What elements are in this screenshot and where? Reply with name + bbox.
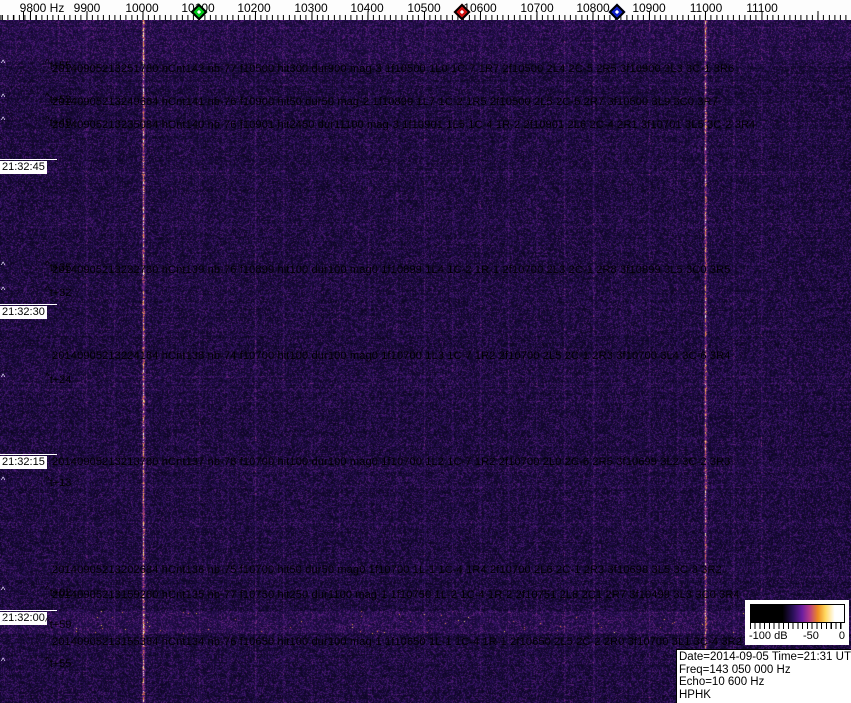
- time-tick-line: [0, 454, 57, 455]
- echo-log-line: 20140905213159280 hCnt135 nb-77 f10750 h…: [52, 589, 740, 601]
- freq-label: 9800 Hz: [19, 1, 65, 15]
- freq-label: 10200: [237, 1, 271, 15]
- echo-log-line: 20140905213213780 hCnt137 nb-78 f10700 h…: [52, 456, 731, 468]
- time-tick-line: [0, 159, 57, 160]
- db-mid-label: -50: [803, 630, 819, 642]
- event-time-marker: ^t+32: [45, 285, 72, 299]
- freq-label: 10700: [520, 1, 554, 15]
- freq-label: 10000: [125, 1, 159, 15]
- marker-center-dot: [196, 9, 202, 15]
- event-time-marker-label: t+13: [49, 477, 72, 489]
- caret-icon: ^: [45, 656, 50, 667]
- time-tick-line: [0, 304, 57, 305]
- echo-log-line: 20140905213251780 hCnt142 nb-77 f10500 h…: [52, 63, 735, 75]
- event-edge-caret: ^: [1, 475, 6, 485]
- event-edge-caret: ^: [1, 92, 6, 102]
- event-edge-caret: ^: [1, 260, 6, 270]
- caret-icon: ^: [45, 115, 50, 126]
- info-frequency: Freq=143 050 000 Hz: [679, 663, 791, 676]
- freq-label: 10300: [294, 1, 328, 15]
- info-date-time: Date=2014-09-05 Time=21:31 UTC: [679, 651, 851, 663]
- event-time-marker: ^t+13: [45, 475, 72, 489]
- freq-label: 10800: [576, 1, 610, 15]
- marker-center-dot: [614, 9, 620, 15]
- caret-icon: ^: [45, 372, 50, 383]
- caret-icon: ^: [45, 260, 50, 271]
- time-tick-line: [0, 610, 57, 611]
- event-edge-caret: ^: [1, 58, 6, 68]
- echo-log-line: 20140905213235084 hCnt140 nb-76 f10901 h…: [52, 119, 756, 131]
- event-edge-caret: ^: [1, 115, 6, 125]
- color-gradient-bar: [750, 604, 845, 623]
- event-edge-caret: ^: [1, 656, 6, 666]
- event-edge-caret: ^: [1, 372, 6, 382]
- db-color-scale: -100 dB -50 0: [745, 600, 849, 645]
- echo-log-line: 20140905213249684 hCnt141 nb-76 f10900 h…: [52, 96, 718, 108]
- color-scale-ticks: [750, 623, 845, 629]
- caret-icon: ^: [45, 92, 50, 103]
- marker-center-dot: [459, 9, 465, 15]
- event-time-marker: ^t+55: [45, 656, 72, 670]
- event-time-marker: ^t+24: [45, 372, 72, 386]
- freq-label: 10400: [350, 1, 384, 15]
- caret-icon: ^: [45, 285, 50, 296]
- event-time-marker-label: t+32: [49, 287, 72, 299]
- freq-label: 11000: [689, 1, 723, 15]
- event-time-marker: ^t+59: [45, 617, 72, 631]
- caret-icon: ^: [45, 58, 50, 69]
- time-label: 21:32:15: [0, 456, 47, 469]
- info-station: HPHK: [679, 688, 711, 701]
- event-time-marker-label: t+59: [49, 619, 72, 631]
- event-edge-caret: ^: [1, 585, 6, 595]
- caret-icon: ^: [45, 475, 50, 486]
- caret-icon: ^: [45, 585, 50, 596]
- db-max-label: 0: [838, 630, 845, 642]
- echo-log-line: 20140905213202684 hCnt136 nb-75 f10700 h…: [52, 564, 722, 576]
- freq-label: 10500: [407, 1, 441, 15]
- waterfall-display: 21:32:45 21:32:30 21:32:15 21:32:00 ^ ^ …: [0, 20, 851, 703]
- event-edge-caret: ^: [1, 285, 6, 295]
- time-label: 21:32:30: [0, 306, 47, 319]
- event-edge-caret: ^: [1, 617, 6, 627]
- freq-label: 10900: [632, 1, 666, 15]
- echo-log-line: 20140905213224184 hCnt138 nb-74 f10700 h…: [52, 350, 731, 362]
- caret-icon: ^: [45, 617, 50, 628]
- frequency-ruler: 9800 Hz 9900 10000 10100 10200 10300 104…: [0, 0, 851, 21]
- session-info-box: Date=2014-09-05 Time=21:31 UTC Freq=143 …: [676, 649, 851, 703]
- time-label: 21:32:45: [0, 161, 47, 174]
- event-time-marker-label: t+24: [49, 374, 72, 386]
- info-echo: Echo=10 600 Hz: [679, 676, 765, 688]
- freq-label: 9900: [73, 1, 101, 15]
- echo-monitor-window: 9800 Hz 9900 10000 10100 10200 10300 104…: [0, 0, 851, 703]
- time-label: 21:32:00: [0, 612, 47, 625]
- event-time-marker-label: t+55: [49, 658, 72, 670]
- echo-log-line: 20140905213232780 hCnt139 nb-76 f10899 h…: [52, 264, 731, 276]
- freq-label: 11100: [746, 1, 778, 15]
- echo-log-line: 20140905213155384 hCnt134 nb-76 f10650 h…: [52, 636, 742, 648]
- db-min-label: -100 dB: [749, 630, 788, 642]
